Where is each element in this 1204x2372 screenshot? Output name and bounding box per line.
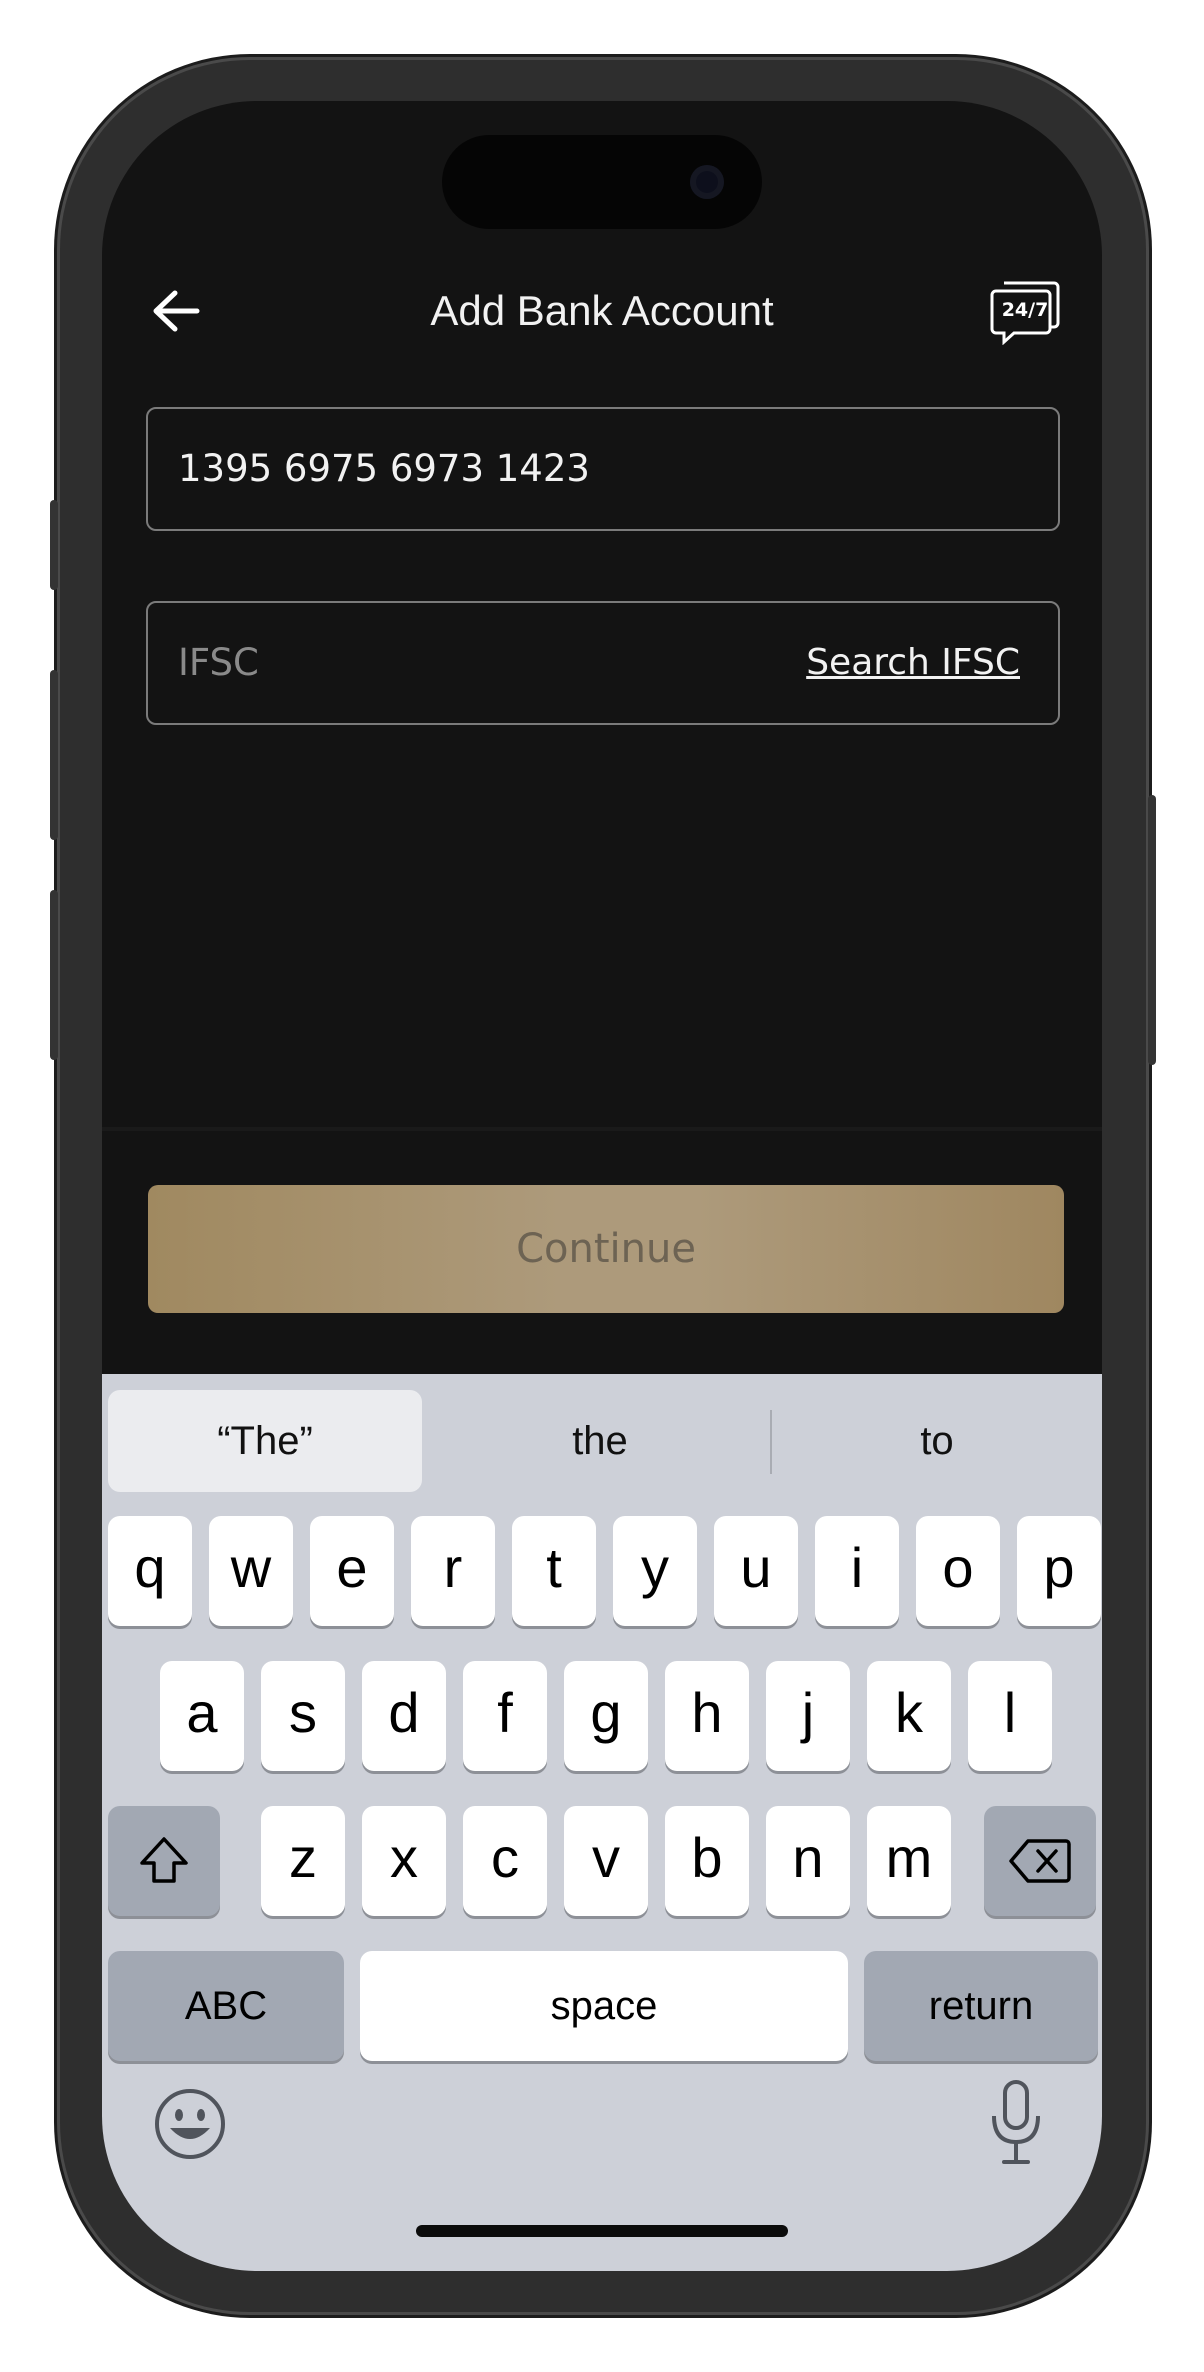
support-badge-label: 24/7 [1001, 299, 1049, 321]
key-p[interactable]: p [1017, 1516, 1101, 1626]
abc-key[interactable]: ABC [108, 1951, 344, 2061]
microphone-icon [992, 2080, 1040, 2164]
ifsc-field[interactable]: IFSC Search IFSC [146, 601, 1060, 725]
account-number-field[interactable]: 1395 6975 6973 1423 [146, 407, 1060, 531]
volume-up-button [50, 670, 58, 840]
key-o[interactable]: o [916, 1516, 1000, 1626]
page-title: Add Bank Account [430, 287, 774, 334]
key-t[interactable]: t [512, 1516, 596, 1626]
account-number-value: 1395 6975 6973 1423 [178, 447, 590, 490]
key-n[interactable]: n [766, 1806, 850, 1916]
mute-switch [50, 500, 58, 590]
key-b[interactable]: b [665, 1806, 749, 1916]
key-w[interactable]: w [209, 1516, 293, 1626]
support-chat-button[interactable]: 24/7 [990, 279, 1060, 345]
space-key[interactable]: space [360, 1951, 848, 2061]
dynamic-island [442, 135, 762, 229]
shift-icon [140, 1837, 188, 1883]
power-button [1148, 795, 1156, 1065]
smiley-face-icon [155, 2089, 225, 2159]
backspace-icon [1009, 1839, 1071, 1883]
home-indicator[interactable] [416, 2225, 788, 2237]
app-screen: Add Bank Account 24/7 1395 6975 6973 142… [102, 101, 1102, 2271]
suggestion-separator [770, 1410, 772, 1474]
footer-divider [102, 1127, 1102, 1131]
key-f[interactable]: f [463, 1661, 547, 1771]
key-s[interactable]: s [261, 1661, 345, 1771]
key-i[interactable]: i [815, 1516, 899, 1626]
key-h[interactable]: h [665, 1661, 749, 1771]
suggestion-quoted-the[interactable]: “The” [108, 1390, 422, 1492]
key-l[interactable]: l [968, 1661, 1052, 1771]
key-g[interactable]: g [564, 1661, 648, 1771]
ifsc-placeholder: IFSC [178, 641, 259, 684]
key-j[interactable]: j [766, 1661, 850, 1771]
return-key[interactable]: return [864, 1951, 1098, 2061]
continue-label: Continue [516, 1226, 696, 1272]
key-r[interactable]: r [411, 1516, 495, 1626]
key-d[interactable]: d [362, 1661, 446, 1771]
key-q[interactable]: q [108, 1516, 192, 1626]
key-v[interactable]: v [564, 1806, 648, 1916]
front-camera [690, 165, 724, 199]
key-k[interactable]: k [867, 1661, 951, 1771]
continue-button[interactable]: Continue [148, 1185, 1064, 1313]
search-ifsc-link[interactable]: Search IFSC [806, 603, 1020, 723]
key-a[interactable]: a [160, 1661, 244, 1771]
key-z[interactable]: z [261, 1806, 345, 1916]
key-m[interactable]: m [867, 1806, 951, 1916]
volume-down-button [50, 890, 58, 1060]
key-u[interactable]: u [714, 1516, 798, 1626]
key-c[interactable]: c [463, 1806, 547, 1916]
back-button[interactable] [146, 281, 206, 341]
arrow-left-icon [153, 290, 200, 332]
key-e[interactable]: e [310, 1516, 394, 1626]
on-screen-keyboard: “The” the to q w e r t y u i o p a s d f… [102, 1374, 1102, 2271]
key-x[interactable]: x [362, 1806, 446, 1916]
dictation-button[interactable] [986, 2078, 1046, 2168]
suggestion-to[interactable]: to [782, 1390, 1092, 1492]
app-header: Add Bank Account 24/7 [102, 261, 1102, 361]
shift-key[interactable] [108, 1806, 220, 1916]
delete-key[interactable] [984, 1806, 1096, 1916]
emoji-button[interactable] [152, 2086, 228, 2162]
key-y[interactable]: y [613, 1516, 697, 1626]
suggestion-the[interactable]: the [440, 1390, 760, 1492]
